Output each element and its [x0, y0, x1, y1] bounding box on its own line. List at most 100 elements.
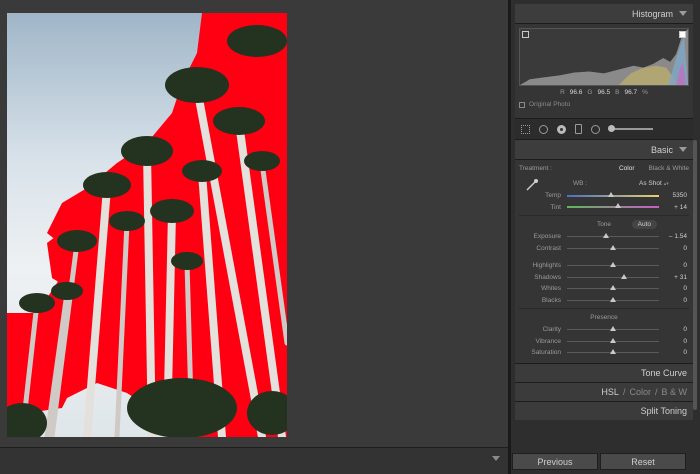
collapse-icon[interactable] [679, 11, 687, 16]
b-label: B [615, 89, 620, 96]
contrast-slider-row[interactable]: Contrast 0 [519, 243, 689, 255]
spot-removal-icon[interactable] [539, 124, 548, 134]
blacks-slider-row[interactable]: Blacks 0 [519, 295, 689, 307]
treatment-bw-option[interactable]: Black & White [649, 165, 689, 172]
rgb-readout: R 96.6 G 96.5 B 96.7 % [519, 89, 689, 96]
original-photo-checkbox[interactable] [519, 101, 525, 108]
histogram-panel: R 96.6 G 96.5 B 96.7 % Original Photo [515, 24, 693, 118]
adjustment-brush-slider[interactable] [608, 125, 653, 132]
white-balance-row: WB : As Shot [519, 176, 689, 191]
exposure-slider-row[interactable]: Exposure – 1.54 [519, 231, 689, 243]
shadows-track[interactable] [567, 273, 659, 279]
footer-buttons: Previous Reset [512, 453, 686, 470]
shadows-label: Shadows [534, 273, 561, 281]
panel-scrollbar[interactable] [693, 140, 697, 410]
blacks-track[interactable] [567, 296, 659, 302]
clarity-thumb[interactable] [610, 326, 616, 332]
auto-tone-button[interactable]: Auto [631, 220, 657, 229]
temp-label: Temp [545, 192, 561, 200]
tint-thumb[interactable] [614, 203, 621, 209]
saturation-label: Saturation [531, 349, 561, 357]
tint-track[interactable] [567, 203, 659, 209]
shadows-value[interactable]: + 31 [674, 274, 687, 281]
develop-panel: Histogram R 96.6 G 96.5 B 96.7 % Origina… [508, 0, 700, 474]
temp-track[interactable] [567, 191, 659, 197]
bw-tab[interactable]: B & W [661, 387, 687, 397]
histogram-curve [520, 29, 688, 85]
treatment-row: Treatment : Color Black & White [519, 160, 689, 176]
split-toning-header[interactable]: Split Toning [515, 400, 693, 420]
original-photo-toggle[interactable]: Original Photo [519, 101, 689, 108]
whites-value[interactable]: 0 [683, 285, 687, 292]
vibrance-value[interactable]: 0 [683, 338, 687, 345]
saturation-thumb[interactable] [610, 349, 616, 355]
wb-select[interactable]: As Shot [639, 180, 669, 187]
collapse-icon[interactable] [679, 147, 687, 152]
whites-slider-row[interactable]: Whites 0 [519, 283, 689, 295]
histogram-header[interactable]: Histogram [515, 4, 693, 24]
basic-header[interactable]: Basic [515, 140, 693, 160]
shadows-slider-row[interactable]: Shadows + 31 [519, 272, 689, 284]
image-workspace[interactable] [0, 0, 508, 474]
g-label: G [587, 89, 593, 96]
saturation-track[interactable] [567, 349, 659, 355]
contrast-value[interactable]: 0 [683, 245, 687, 252]
tone-section: Tone Auto [519, 218, 689, 231]
shadows-thumb[interactable] [621, 273, 628, 279]
radial-filter-icon[interactable] [591, 124, 600, 134]
clarity-track[interactable] [567, 326, 659, 332]
temp-thumb[interactable] [608, 191, 615, 197]
wb-label: WB : [573, 179, 588, 187]
whites-label: Whites [541, 285, 561, 293]
hsl-header[interactable]: HSL / Color / B & W [515, 381, 693, 401]
highlight-clipping-icon[interactable] [679, 31, 686, 38]
contrast-thumb[interactable] [610, 244, 616, 250]
divider [519, 215, 689, 216]
temp-value[interactable]: 5350 [673, 192, 687, 199]
vibrance-thumb[interactable] [610, 337, 616, 343]
red-eye-icon[interactable] [557, 124, 566, 134]
vibrance-slider-row[interactable]: Vibrance 0 [519, 336, 689, 348]
highlights-slider-row[interactable]: Highlights 0 [519, 260, 689, 272]
graduated-filter-icon[interactable] [575, 124, 582, 134]
shadow-clipping-icon[interactable] [522, 31, 529, 38]
highlights-thumb[interactable] [610, 262, 616, 268]
exposure-thumb[interactable] [602, 233, 609, 239]
contrast-track[interactable] [567, 244, 659, 250]
original-photo-label: Original Photo [529, 101, 571, 108]
hsl-tab[interactable]: HSL [601, 387, 619, 397]
photo-preview[interactable] [7, 13, 287, 437]
histogram-graph[interactable] [519, 28, 689, 86]
tint-label: Tint [550, 203, 561, 211]
treatment-label: Treatment : [519, 164, 552, 172]
exposure-track[interactable] [567, 233, 659, 239]
highlights-value[interactable]: 0 [683, 262, 687, 269]
b-value: 96.7 [624, 89, 638, 96]
crop-icon[interactable] [521, 124, 530, 134]
reset-button[interactable]: Reset [600, 453, 686, 470]
color-tab[interactable]: Color [629, 387, 651, 397]
treatment-color-option[interactable]: Color [619, 165, 635, 172]
tone-curve-title: Tone Curve [640, 367, 687, 378]
presence-title: Presence [590, 314, 618, 321]
tint-slider-row[interactable]: Tint + 14 [519, 202, 689, 214]
split-toning-title: Split Toning [640, 405, 687, 416]
tint-value[interactable]: + 14 [674, 204, 687, 211]
whites-thumb[interactable] [610, 285, 616, 291]
contrast-label: Contrast [536, 244, 561, 252]
presence-section: Presence [519, 311, 689, 324]
saturation-slider-row[interactable]: Saturation 0 [519, 347, 689, 359]
whites-track[interactable] [567, 285, 659, 291]
clarity-value[interactable]: 0 [683, 326, 687, 333]
previous-button[interactable]: Previous [512, 453, 598, 470]
blacks-value[interactable]: 0 [683, 297, 687, 304]
vibrance-track[interactable] [567, 337, 659, 343]
temp-slider-row[interactable]: Temp 5350 [519, 190, 689, 202]
clarity-slider-row[interactable]: Clarity 0 [519, 324, 689, 336]
blacks-thumb[interactable] [610, 296, 616, 302]
highlights-track[interactable] [567, 262, 659, 268]
chevron-down-icon[interactable] [492, 456, 500, 461]
saturation-value[interactable]: 0 [683, 349, 687, 356]
exposure-value[interactable]: – 1.54 [669, 233, 687, 240]
tone-curve-header[interactable]: Tone Curve [515, 362, 693, 382]
